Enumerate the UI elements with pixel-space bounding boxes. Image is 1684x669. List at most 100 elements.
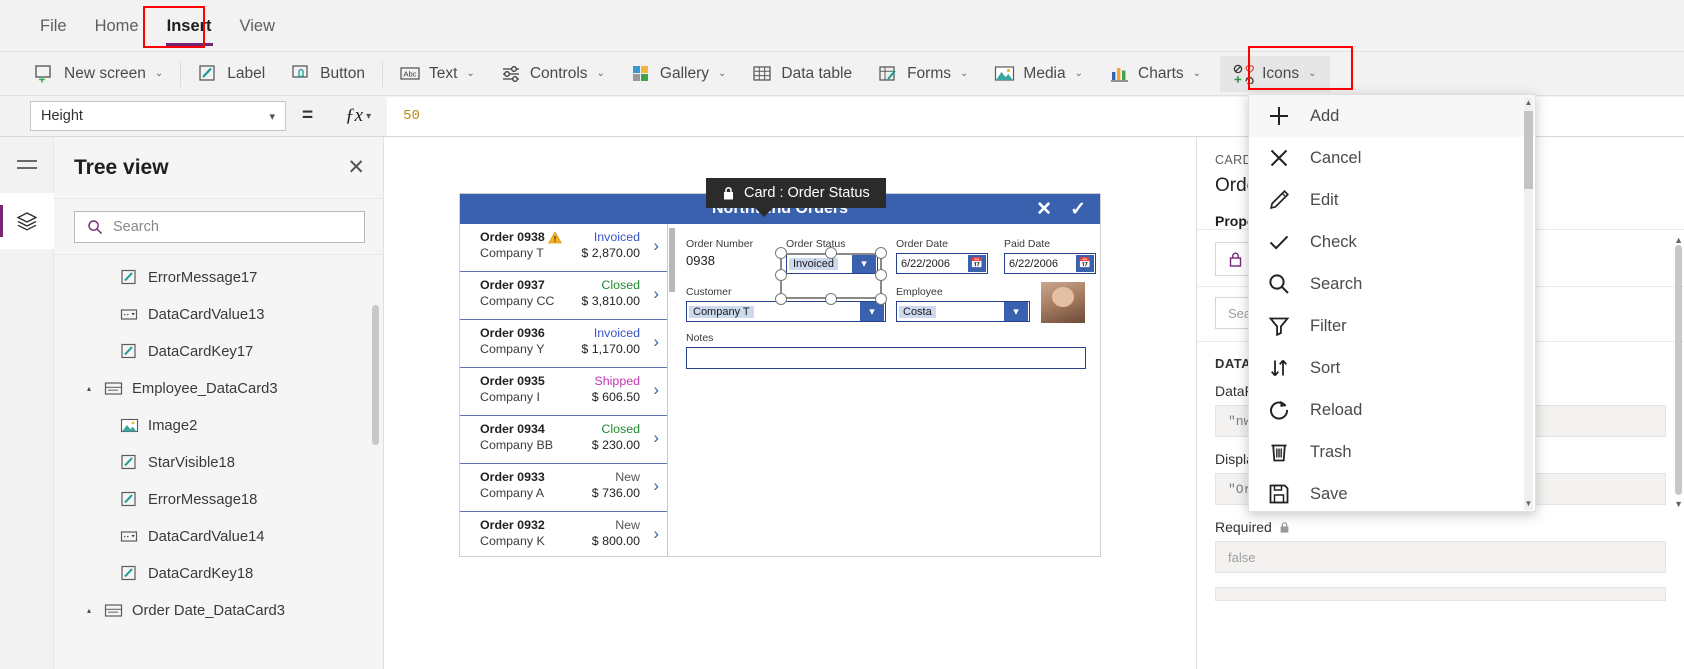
tree-node[interactable]: DataCardKey18 [54,555,383,592]
close-icon[interactable]: ✕ [347,157,365,178]
gallery-row[interactable]: Order 0935 Company I Shipped $ 606.50 › [460,368,667,416]
gallery-scrollbar[interactable] [669,228,675,292]
menu-item-file[interactable]: File [26,9,81,43]
customer-dropdown[interactable]: Company T ▾ [686,301,886,322]
scroll-down-icon[interactable]: ▼ [1524,499,1533,508]
resize-handle-nw[interactable] [775,247,787,259]
gallery-row[interactable]: Order 0933 Company A New $ 736.00 › [460,464,667,512]
ribbon-media[interactable]: Media ⌄ [981,56,1096,92]
check-icon[interactable]: ✓ [1070,198,1086,221]
ribbon-data-table[interactable]: Data table [739,56,865,92]
icons-menu-item-save[interactable]: Save [1249,473,1535,511]
icons-menu-item-filter[interactable]: Filter [1249,305,1535,347]
ribbon-forms[interactable]: Forms ⌄ [865,56,981,92]
resize-handle-n[interactable] [825,247,837,259]
calendar-icon[interactable]: 📅 [1076,255,1094,272]
scroll-up-icon[interactable]: ▲ [1524,98,1533,107]
next-property-value[interactable] [1215,587,1666,601]
ribbon-new-screen[interactable]: New screen ⌄ [22,56,176,92]
icons-menu-scrollbar-thumb[interactable] [1524,111,1533,189]
field-notes[interactable]: Notes [686,332,1086,369]
hamburger-menu-button[interactable] [0,137,54,193]
tree-search-input[interactable]: Search [74,211,365,243]
icons-menu-item-trash[interactable]: Trash [1249,431,1535,473]
paid-date-input[interactable]: 6/22/2006 📅 [1004,253,1096,274]
funnel-icon [1266,313,1292,339]
close-icon[interactable]: ✕ [1036,198,1052,221]
scroll-down-icon[interactable]: ▼ [1674,499,1683,509]
menu-item-insert[interactable]: Insert [153,9,226,46]
field-paid-date[interactable]: Paid Date 6/22/2006 📅 [1004,238,1096,274]
ribbon-charts[interactable]: Charts ⌄ [1096,56,1214,92]
resize-handle-s[interactable] [825,293,837,305]
gallery-row[interactable]: Order 0934 Company BB Closed $ 230.00 › [460,416,667,464]
chevron-right-icon[interactable]: › [653,476,659,496]
resize-handle-sw[interactable] [775,293,787,305]
lock-icon [1279,521,1290,534]
icons-menu-item-edit[interactable]: Edit [1249,179,1535,221]
chevron-down-icon: ⌄ [718,68,727,79]
icons-menu-item-add[interactable]: Add [1249,95,1535,137]
field-employee[interactable]: Employee Costa ▾ [896,286,1030,322]
field-order-date[interactable]: Order Date 6/22/2006 📅 [896,238,988,274]
label-icon [198,64,219,83]
ribbon-text[interactable]: Abc Text ⌄ [387,56,488,92]
icons-menu-item-cancel[interactable]: Cancel [1249,137,1535,179]
chevron-right-icon[interactable]: › [653,524,659,544]
required-value[interactable]: false [1215,541,1666,573]
menu-item-view[interactable]: View [226,9,289,43]
tree-node-expandable[interactable]: ▴ Employee_DataCard3 [54,370,383,407]
fx-button[interactable]: ƒx ▾ [329,101,388,131]
chevron-right-icon[interactable]: › [653,236,659,256]
gallery-row[interactable]: Order 0932 Company K New $ 800.00 › [460,512,667,556]
notes-input[interactable] [686,347,1086,369]
tree-node[interactable]: StarVisible18 [54,444,383,481]
icons-menu-item-sort[interactable]: Sort [1249,347,1535,389]
resize-handle-ne[interactable] [875,247,887,259]
tree-view-rail-button[interactable] [0,193,54,249]
gallery-row[interactable]: Order 0936 Company Y Invoiced $ 1,170.00… [460,320,667,368]
chevron-right-icon[interactable]: › [653,284,659,304]
scroll-up-icon[interactable]: ▲ [1674,235,1683,245]
icons-menu-item-reload[interactable]: Reload [1249,389,1535,431]
ribbon-controls[interactable]: Controls ⌄ [488,56,618,92]
tree-node[interactable]: DataCardKey17 [54,333,383,370]
resize-handle-e[interactable] [875,269,887,281]
tree-node-list[interactable]: ErrorMessage17 DataCardValue13 DataCardK… [54,255,383,669]
order-date-input[interactable]: 6/22/2006 📅 [896,253,988,274]
expander-icon[interactable]: ▴ [82,384,96,393]
ribbon-button[interactable]: Button [278,56,378,92]
chevron-right-icon[interactable]: › [653,428,659,448]
orders-gallery[interactable]: Order 0938 Company T Invoiced $ 2,870.00 [460,224,668,556]
menu-item-home[interactable]: Home [81,9,153,43]
employee-dropdown[interactable]: Costa ▾ [896,301,1030,322]
resize-handle-se[interactable] [875,293,887,305]
ribbon-label[interactable]: Label [185,56,278,92]
ribbon-icons[interactable]: Icons ⌄ [1220,55,1330,92]
expander-icon[interactable]: ▴ [82,606,96,615]
tree-node[interactable]: DataCardValue13 [54,296,383,333]
icons-menu-item-check[interactable]: Check [1249,221,1535,263]
icons-dropdown-menu[interactable]: Add Cancel Edit Check Search Filter Sort… [1248,94,1536,512]
icons-menu-item-search[interactable]: Search [1249,263,1535,305]
gallery-row-left: Order 0938 Company T [480,229,563,261]
chevron-right-icon[interactable]: › [653,380,659,400]
tree-node-expandable[interactable]: ▴ Order Date_DataCard3 [54,592,383,629]
gallery-row[interactable]: Order 0938 Company T Invoiced $ 2,870.00 [460,224,667,272]
tree-node[interactable]: ErrorMessage17 [54,259,383,296]
tree-node[interactable]: DataCardValue14 [54,518,383,555]
tree-node[interactable]: Image2 [54,407,383,444]
calendar-icon[interactable]: 📅 [968,255,986,272]
ribbon-gallery[interactable]: Gallery ⌄ [618,56,740,92]
selection-handles[interactable] [775,247,887,305]
gallery-row[interactable]: Order 0937 Company CC Closed $ 3,810.00 … [460,272,667,320]
tree-scrollbar[interactable] [372,305,379,445]
property-selector[interactable]: Height ▾ [30,101,286,131]
resize-handle-w[interactable] [775,269,787,281]
field-label: Paid Date [1004,238,1051,250]
chevron-right-icon[interactable]: › [653,332,659,352]
properties-scrollbar[interactable] [1675,245,1682,495]
tree-node[interactable]: ErrorMessage18 [54,481,383,518]
chevron-down-icon[interactable]: ▾ [1004,302,1028,321]
order-status: Closed [601,422,640,436]
